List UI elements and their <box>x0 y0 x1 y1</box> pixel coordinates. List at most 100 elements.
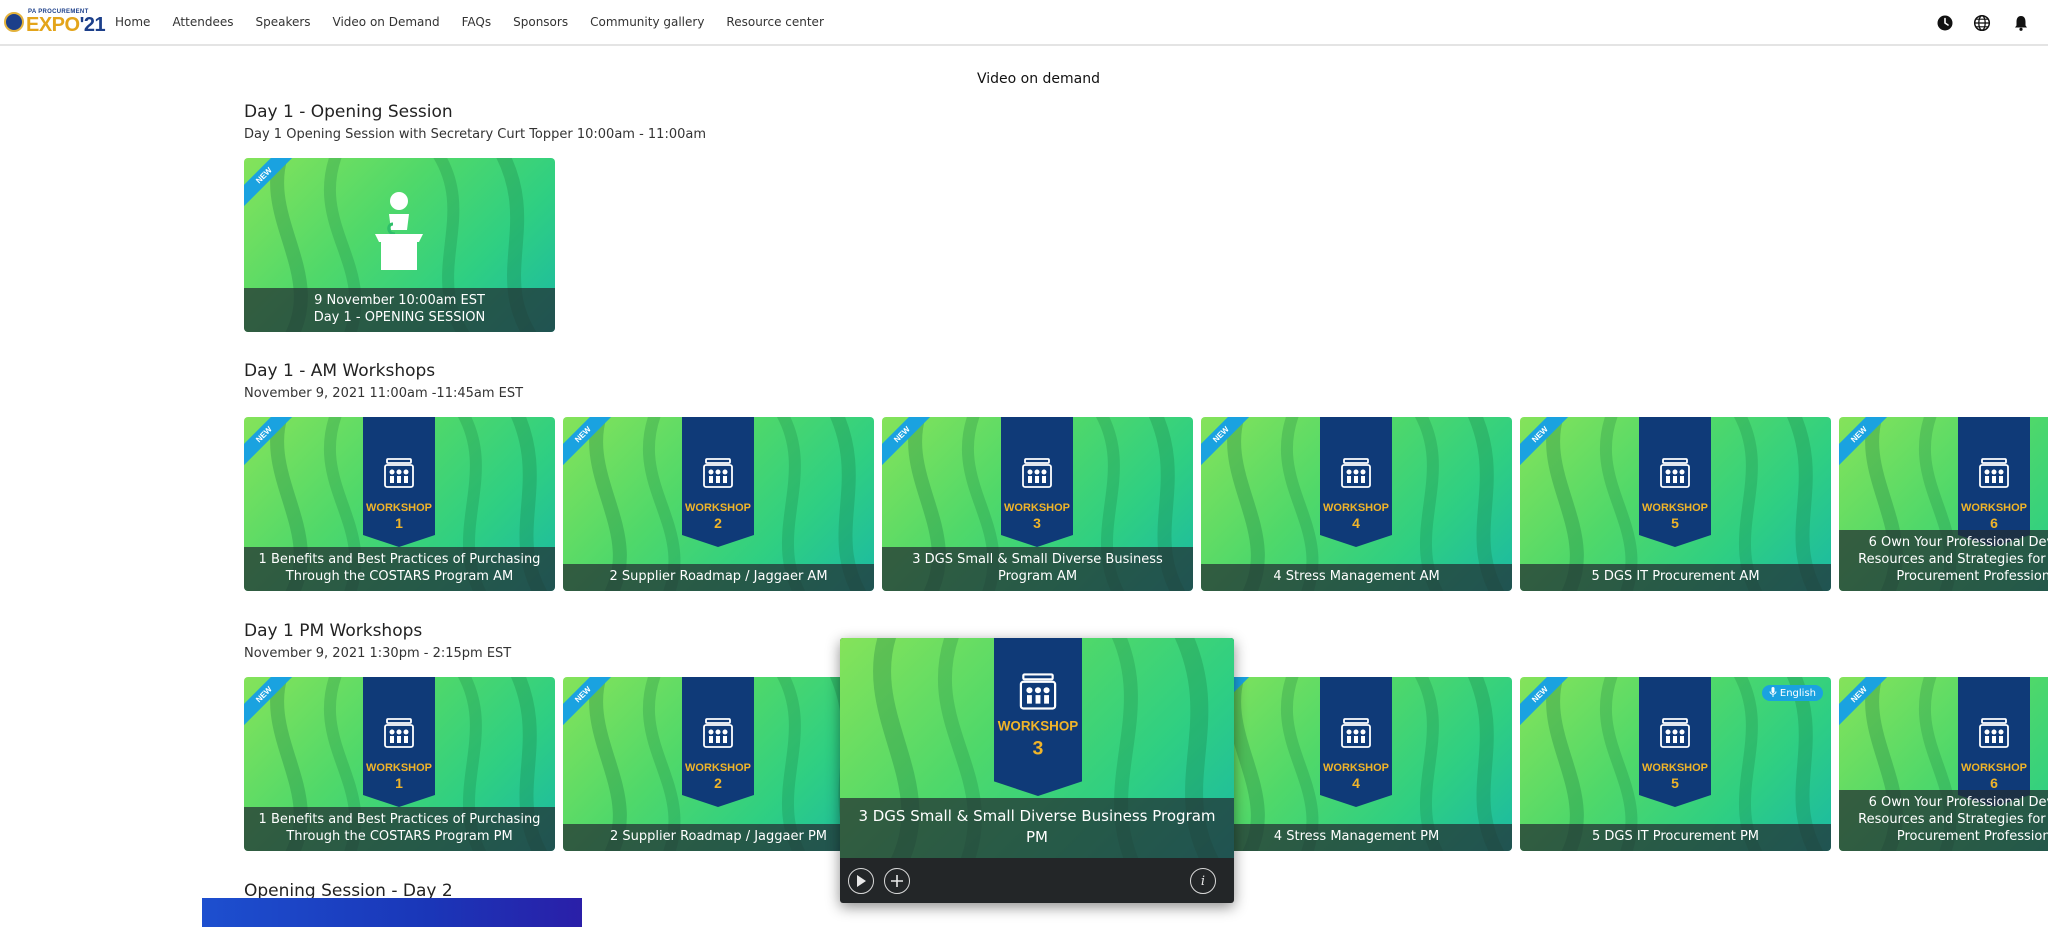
nav-home[interactable]: Home <box>115 15 150 29</box>
new-ribbon: NEW <box>1839 417 1891 469</box>
play-icon <box>857 875 866 887</box>
video-card-title: 2 Supplier Roadmap / Jaggaer AM <box>563 564 874 591</box>
svg-text:WORKSHOP: WORKSHOP <box>685 502 751 514</box>
new-ribbon: NEW <box>563 417 615 469</box>
workshop-banner: WORKSHOP5 <box>1639 417 1711 547</box>
video-card-title: Day 1 - OPENING SESSION <box>313 310 486 325</box>
svg-text:WORKSHOP: WORKSHOP <box>1642 762 1708 774</box>
workshop-banner: WORKSHOP2 <box>682 677 754 807</box>
video-card-am-workshop-4[interactable]: WORKSHOP 4 NEW 4 Stress Management AM <box>1201 417 1512 591</box>
workshop-banner: WORKSHOP6 <box>1958 417 2030 547</box>
nav-attendees[interactable]: Attendees <box>172 15 233 29</box>
section-title-day1-pm: Day 1 PM Workshops <box>244 621 423 641</box>
svg-text:3: 3 <box>1033 515 1041 531</box>
video-card-am-workshop-5[interactable]: WORKSHOP 5 NEW 5 DGS IT Procurement AM <box>1520 417 1831 591</box>
video-hover-preview[interactable]: WORKSHOP 3 3 DGS Small & Small Diverse B… <box>840 638 1234 903</box>
svg-text:WORKSHOP: WORKSHOP <box>366 762 432 774</box>
svg-text:4: 4 <box>1352 515 1360 531</box>
svg-text:WORKSHOP: WORKSHOP <box>1004 502 1070 514</box>
video-card-pm-workshop-2[interactable]: WORKSHOP 2 NEW 2 Supplier Roadmap / Jaggaer… <box>563 677 874 851</box>
workshop-banner: WORKSHOP5 <box>1639 677 1711 807</box>
new-ribbon: NEW <box>882 417 934 469</box>
video-card-title: 5 DGS IT Procurement PM <box>1520 824 1831 851</box>
video-card-title: 6 Own Your Professional Development: Res… <box>1839 790 2048 851</box>
svg-text:5: 5 <box>1671 515 1679 531</box>
hover-preview-title: 3 DGS Small & Small Diverse Business Pro… <box>840 798 1234 858</box>
video-card-pm-workshop-5[interactable]: WORKSHOP 5 NEW English 5 DGS IT Procurement … <box>1520 677 1831 851</box>
section-subtitle-day1-pm: November 9, 2021 1:30pm - 2:15pm EST <box>244 646 512 661</box>
add-to-list-button[interactable] <box>884 868 910 894</box>
svg-text:4: 4 <box>1352 775 1360 791</box>
svg-text:WORKSHOP: WORKSHOP <box>998 718 1079 733</box>
svg-text:WORKSHOP: WORKSHOP <box>1642 502 1708 514</box>
svg-text:WORKSHOP: WORKSHOP <box>685 762 751 774</box>
bell-icon[interactable] <box>2012 14 2030 32</box>
video-card-am-workshop-3[interactable]: WORKSHOP 3 NEW 3 DGS Small & Small Diverse … <box>882 417 1193 591</box>
section-title-day1-opening: Day 1 - Opening Session <box>244 102 453 122</box>
nav-video-on-demand[interactable]: Video on Demand <box>333 15 440 29</box>
expo-logo[interactable]: PA PROCUREMENT EXPO'21 <box>4 8 106 36</box>
svg-text:WORKSHOP: WORKSHOP <box>366 502 432 514</box>
video-card-title: 4 Stress Management AM <box>1201 564 1512 591</box>
svg-text:3: 3 <box>1033 738 1044 760</box>
video-card-title: 5 DGS IT Procurement AM <box>1520 564 1831 591</box>
svg-text:6: 6 <box>1990 775 1998 791</box>
video-card-am-workshop-2[interactable]: WORKSHOP 2 NEW 2 Supplier Roadmap / Jaggaer… <box>563 417 874 591</box>
workshop-banner: WORKSHOP4 <box>1320 677 1392 807</box>
video-card-date: 9 November 10:00am EST <box>314 293 485 308</box>
hover-preview-thumbnail[interactable]: WORKSHOP 3 3 DGS Small & Small Diverse B… <box>840 638 1234 858</box>
workshop-banner: WORKSHOP6 <box>1958 677 2030 807</box>
video-card-pm-workshop-6[interactable]: WORKSHOP6 NEW 6 Own Your Professional Deve… <box>1839 677 2048 851</box>
nav-community-gallery[interactable]: Community gallery <box>590 15 704 29</box>
microphone-icon <box>1769 687 1777 697</box>
section-title-day1-am: Day 1 - AM Workshops <box>244 361 436 381</box>
svg-text:1: 1 <box>395 515 403 531</box>
video-card-title: 3 DGS Small & Small Diverse Business Pro… <box>882 547 1193 591</box>
nav-sponsors[interactable]: Sponsors <box>513 15 568 29</box>
video-card-title: 1 Benefits and Best Practices of Purchas… <box>244 547 555 591</box>
clock-icon[interactable] <box>1936 14 1954 32</box>
language-badge: English <box>1761 685 1823 701</box>
workshop-banner: WORKSHOP4 <box>1320 417 1392 547</box>
video-card-pm-workshop-1[interactable]: WORKSHOP 1 NEW 1 Benefits and Best Practice… <box>244 677 555 851</box>
svg-text:WORKSHOP: WORKSHOP <box>1961 502 2027 514</box>
nav-resource-center[interactable]: Resource center <box>726 15 823 29</box>
new-ribbon: NEW <box>244 677 296 729</box>
video-card-am-workshop-6[interactable]: WORKSHOP6 NEW 6 Own Your Professional Deve… <box>1839 417 2048 591</box>
new-ribbon: NEW <box>244 417 296 469</box>
video-card-pm-workshop-4[interactable]: WORKSHOP4NEW4 Stress Management PM <box>1201 677 1512 851</box>
nav-speakers[interactable]: Speakers <box>255 15 310 29</box>
new-ribbon: NEW <box>1520 677 1572 729</box>
svg-text:6: 6 <box>1990 515 1998 531</box>
svg-text:WORKSHOP: WORKSHOP <box>1323 502 1389 514</box>
workshop-banner: WORKSHOP2 <box>682 417 754 547</box>
workshop-banner: WORKSHOP 3 <box>994 638 1082 796</box>
video-card-am-workshop-1[interactable]: WORKSHOP 1 NEW 1 Benefits and Best Practice… <box>244 417 555 591</box>
svg-text:2: 2 <box>714 775 722 791</box>
add-icon <box>891 875 903 887</box>
svg-text:WORKSHOP: WORKSHOP <box>1323 762 1389 774</box>
play-button[interactable] <box>848 868 874 894</box>
video-card-day2-opening[interactable] <box>202 898 582 927</box>
globe-icon[interactable] <box>1973 14 1991 32</box>
video-card-title: 6 Own Your Professional Development: Res… <box>1839 530 2048 591</box>
info-icon: i <box>1200 873 1206 889</box>
info-button[interactable]: i <box>1190 868 1216 894</box>
svg-text:WORKSHOP: WORKSHOP <box>1961 762 2027 774</box>
svg-text:2: 2 <box>714 515 722 531</box>
page-title: Video on demand <box>976 71 1101 87</box>
section-subtitle-day1-opening: Day 1 Opening Session with Secretary Cur… <box>244 127 706 142</box>
workshop-banner: WORKSHOP3 <box>1001 417 1073 547</box>
new-ribbon: NEW <box>1520 417 1572 469</box>
logo-big-text: EXPO'21 <box>26 14 106 36</box>
video-card-opening-session[interactable]: NEW 9 November 10:00am EST Day 1 - OPENI… <box>244 158 555 332</box>
new-ribbon: NEW <box>1201 417 1253 469</box>
section-subtitle-day1-am: November 9, 2021 11:00am -11:45am EST <box>244 386 524 401</box>
svg-text:5: 5 <box>1671 775 1679 791</box>
main-nav: Home Attendees Speakers Video on Demand … <box>104 0 835 44</box>
new-ribbon: NEW <box>244 158 296 210</box>
video-card-title: 2 Supplier Roadmap / Jaggaer PM <box>563 824 874 851</box>
svg-text:1: 1 <box>395 775 403 791</box>
top-navigation-bar: PA PROCUREMENT EXPO'21 Home Attendees Sp… <box>0 0 2048 46</box>
nav-faqs[interactable]: FAQs <box>462 15 492 29</box>
